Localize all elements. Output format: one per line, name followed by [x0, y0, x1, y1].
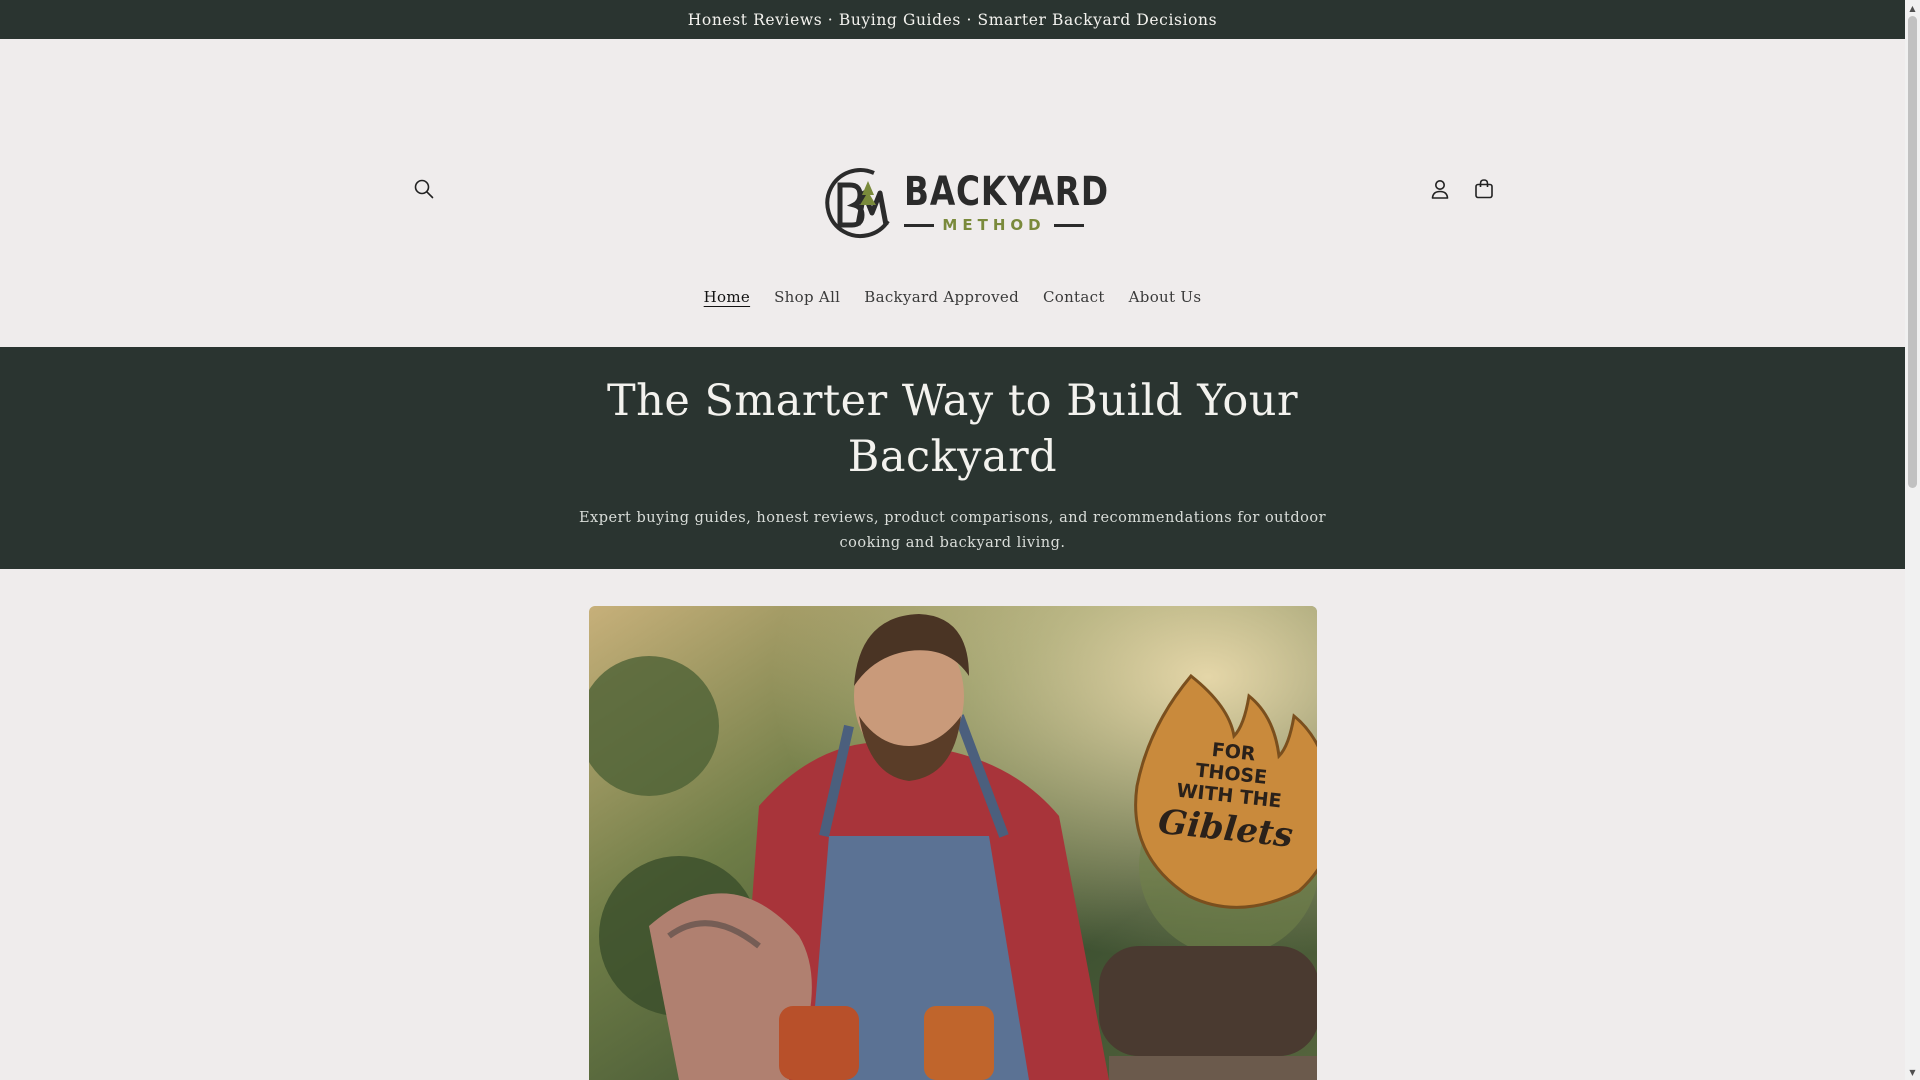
search-button[interactable] — [402, 167, 446, 211]
logo-wordmark: BACKYARD — [904, 169, 1109, 215]
scroll-down-arrow-icon[interactable]: ▼ — [1905, 1064, 1920, 1080]
nav-item-backyard-approved[interactable]: Backyard Approved — [852, 284, 1031, 310]
hero-title: The Smarter Way to Build Your Backyard — [606, 376, 1299, 482]
scroll-up-arrow-icon[interactable]: ▲ — [1905, 0, 1920, 16]
cart-icon — [1475, 179, 1493, 199]
hero-image: FOR THOSE WITH THE Giblets — [589, 606, 1317, 1080]
nav-item-home[interactable]: Home — [692, 284, 762, 310]
user-icon — [1431, 180, 1449, 199]
main-nav: Home Shop All Backyard Approved Contact … — [0, 284, 1905, 310]
search-icon — [414, 179, 434, 199]
account-button[interactable] — [1418, 167, 1462, 211]
cart-button[interactable] — [1462, 167, 1506, 211]
nav-item-shop-all[interactable]: Shop All — [762, 284, 852, 310]
logo-tagline-text: METHOD — [942, 216, 1046, 234]
logo-rule-right — [1053, 223, 1085, 227]
hero-subtitle: Expert buying guides, honest reviews, pr… — [578, 510, 1327, 551]
site-logo[interactable]: BACKYARD METHOD — [822, 127, 1108, 239]
logo-monogram-icon — [825, 168, 890, 239]
hero-banner: The Smarter Way to Build Your Backyard E… — [0, 347, 1905, 569]
nav-item-about-us[interactable]: About Us — [1117, 284, 1214, 310]
logo-tagline: METHOD — [904, 216, 1085, 234]
hero-badge: FOR THOSE WITH THE Giblets — [1129, 731, 1317, 860]
nav-item-contact[interactable]: Contact — [1031, 284, 1117, 310]
announcement-bar: Honest Reviews · Buying Guides · Smarter… — [0, 0, 1905, 39]
logo-rule-left — [904, 223, 935, 227]
scrollbar-thumb[interactable] — [1908, 16, 1917, 488]
page-scrollbar[interactable]: ▲ ▼ — [1905, 0, 1920, 1080]
announcement-text: Honest Reviews · Buying Guides · Smarter… — [687, 10, 1218, 29]
